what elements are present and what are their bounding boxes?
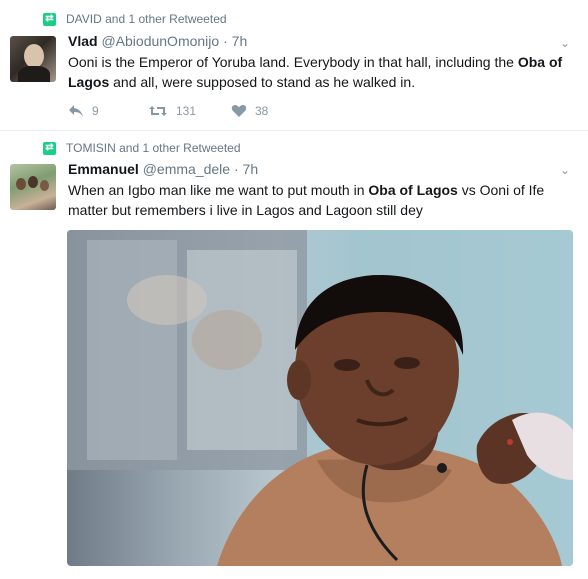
chevron-down-icon[interactable]: ⌄ bbox=[560, 36, 570, 50]
retweet-context: ⇄ TOMISIN and 1 other Retweeted bbox=[43, 141, 241, 155]
tweet-header: Emmanuel @emma_dele · 7h bbox=[68, 161, 258, 177]
display-name[interactable]: Emmanuel bbox=[68, 161, 139, 177]
like-button[interactable]: 38 bbox=[231, 104, 268, 118]
tweet-text: Ooni is the Emperor of Yoruba land. Ever… bbox=[68, 52, 580, 92]
tweet-text-segment: and all, were supposed to stand as he wa… bbox=[109, 74, 416, 90]
tweet-timestamp[interactable]: 7h bbox=[232, 33, 248, 49]
retweet-context-text: DAVID and 1 other Retweeted bbox=[66, 12, 227, 26]
tweet-timestamp[interactable]: 7h bbox=[243, 161, 259, 177]
avatar[interactable] bbox=[10, 36, 56, 82]
retweet-badge-icon: ⇄ bbox=[43, 12, 56, 26]
avatar[interactable] bbox=[10, 164, 56, 210]
retweet-context-text: TOMISIN and 1 other Retweeted bbox=[66, 141, 241, 155]
tweet-text-segment: Ooni is the Emperor of Yoruba land. Ever… bbox=[68, 54, 518, 70]
heart-icon bbox=[231, 104, 247, 117]
retweet-button[interactable]: 131 bbox=[148, 104, 231, 118]
reply-icon bbox=[69, 105, 83, 117]
retweet-context: ⇄ DAVID and 1 other Retweeted bbox=[43, 12, 227, 26]
tweet-photo-image bbox=[67, 230, 573, 566]
tweet-text-segment: When an Igbo man like me want to put mou… bbox=[68, 182, 369, 198]
separator-dot: · bbox=[223, 33, 228, 49]
retweet-icon bbox=[149, 106, 167, 116]
tweet-actions: 9 131 38 bbox=[68, 104, 268, 118]
tweet-text: When an Igbo man like me want to put mou… bbox=[68, 180, 580, 220]
retweet-count: 131 bbox=[176, 104, 197, 118]
reply-count: 9 bbox=[92, 104, 99, 118]
user-handle[interactable]: @emma_dele bbox=[143, 161, 230, 177]
tweet-text-bold[interactable]: Oba of Lagos bbox=[368, 182, 457, 198]
tweet-header: Vlad @AbiodunOmonijo · 7h bbox=[68, 33, 247, 49]
tweet-photo[interactable] bbox=[67, 230, 573, 566]
user-handle[interactable]: @AbiodunOmonijo bbox=[101, 33, 219, 49]
reply-button[interactable]: 9 bbox=[68, 104, 148, 118]
chevron-down-icon[interactable]: ⌄ bbox=[560, 163, 570, 177]
separator-dot: · bbox=[233, 161, 239, 177]
display-name[interactable]: Vlad bbox=[68, 33, 98, 49]
retweet-badge-icon: ⇄ bbox=[43, 141, 56, 155]
tweet-card[interactable]: ⇄ DAVID and 1 other Retweeted Vlad @Abio… bbox=[0, 0, 588, 131]
like-count: 38 bbox=[255, 104, 269, 118]
